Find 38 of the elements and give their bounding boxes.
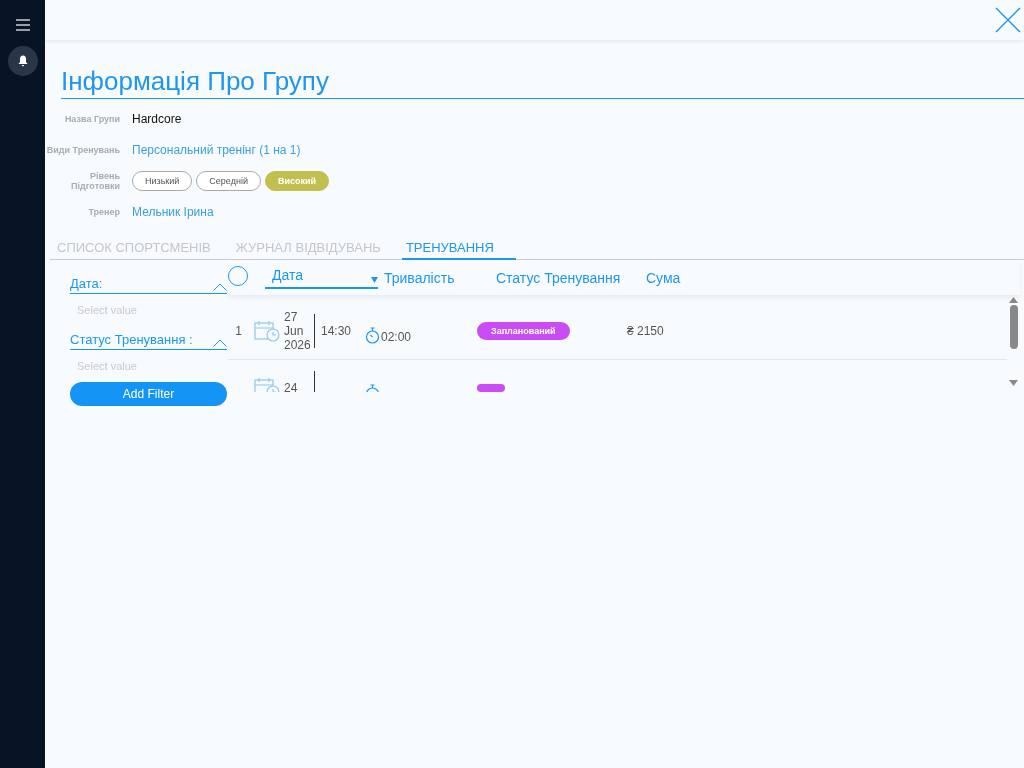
field-label: Назва Групи [63, 114, 120, 124]
sort-down-icon [371, 276, 378, 283]
calendar-clock-icon [254, 320, 280, 342]
field-label: Види Тренувань [45, 145, 120, 155]
column-header[interactable]: Дата [265, 266, 378, 289]
column-header[interactable]: Тривалість [384, 269, 496, 286]
tab[interactable]: ТРЕНУВАННЯ [401, 236, 516, 260]
column-header[interactable]: Статус Тренування [496, 269, 646, 286]
field-label: Тренер [87, 207, 120, 217]
menu-icon[interactable] [15, 19, 30, 31]
scroll-down-icon[interactable] [1009, 380, 1018, 386]
field-link[interactable]: Персональний тренінг (1 на 1) [132, 143, 301, 157]
column-header[interactable]: Сума [646, 269, 681, 286]
field-label: Рівень Підготовки [70, 171, 120, 191]
notification-button[interactable] [7, 46, 38, 76]
bell-icon [17, 55, 28, 67]
page-title: Інформація Про Групу [61, 64, 1024, 99]
level-option[interactable]: Високий [264, 171, 330, 191]
date-day: 24 [284, 381, 312, 392]
field-value: Hardcore [132, 112, 182, 126]
chevron-up-icon [213, 339, 227, 347]
level-option[interactable]: Середній [196, 171, 261, 191]
date-month: Jun [284, 324, 305, 338]
time-value: 14:30 [321, 324, 353, 338]
sum-value: ₴ 2150 [627, 324, 664, 338]
status-badge: Запланований [477, 322, 570, 340]
filter-header[interactable]: Дата: [70, 276, 227, 294]
status-badge [477, 384, 505, 392]
date-year: 2026 [284, 338, 312, 352]
field-link[interactable]: Мельник Ірина [132, 205, 214, 219]
close-icon[interactable] [995, 7, 1021, 33]
duration-value: 02:00 [381, 329, 412, 344]
level-option[interactable]: Низький [132, 171, 193, 191]
row-number: 1 [234, 324, 242, 338]
date-day: 27 [284, 310, 312, 324]
filter-header[interactable]: Статус Тренування : [70, 332, 227, 350]
chevron-up-icon [213, 283, 227, 291]
add-filter-button[interactable]: Add Filter [70, 382, 227, 406]
